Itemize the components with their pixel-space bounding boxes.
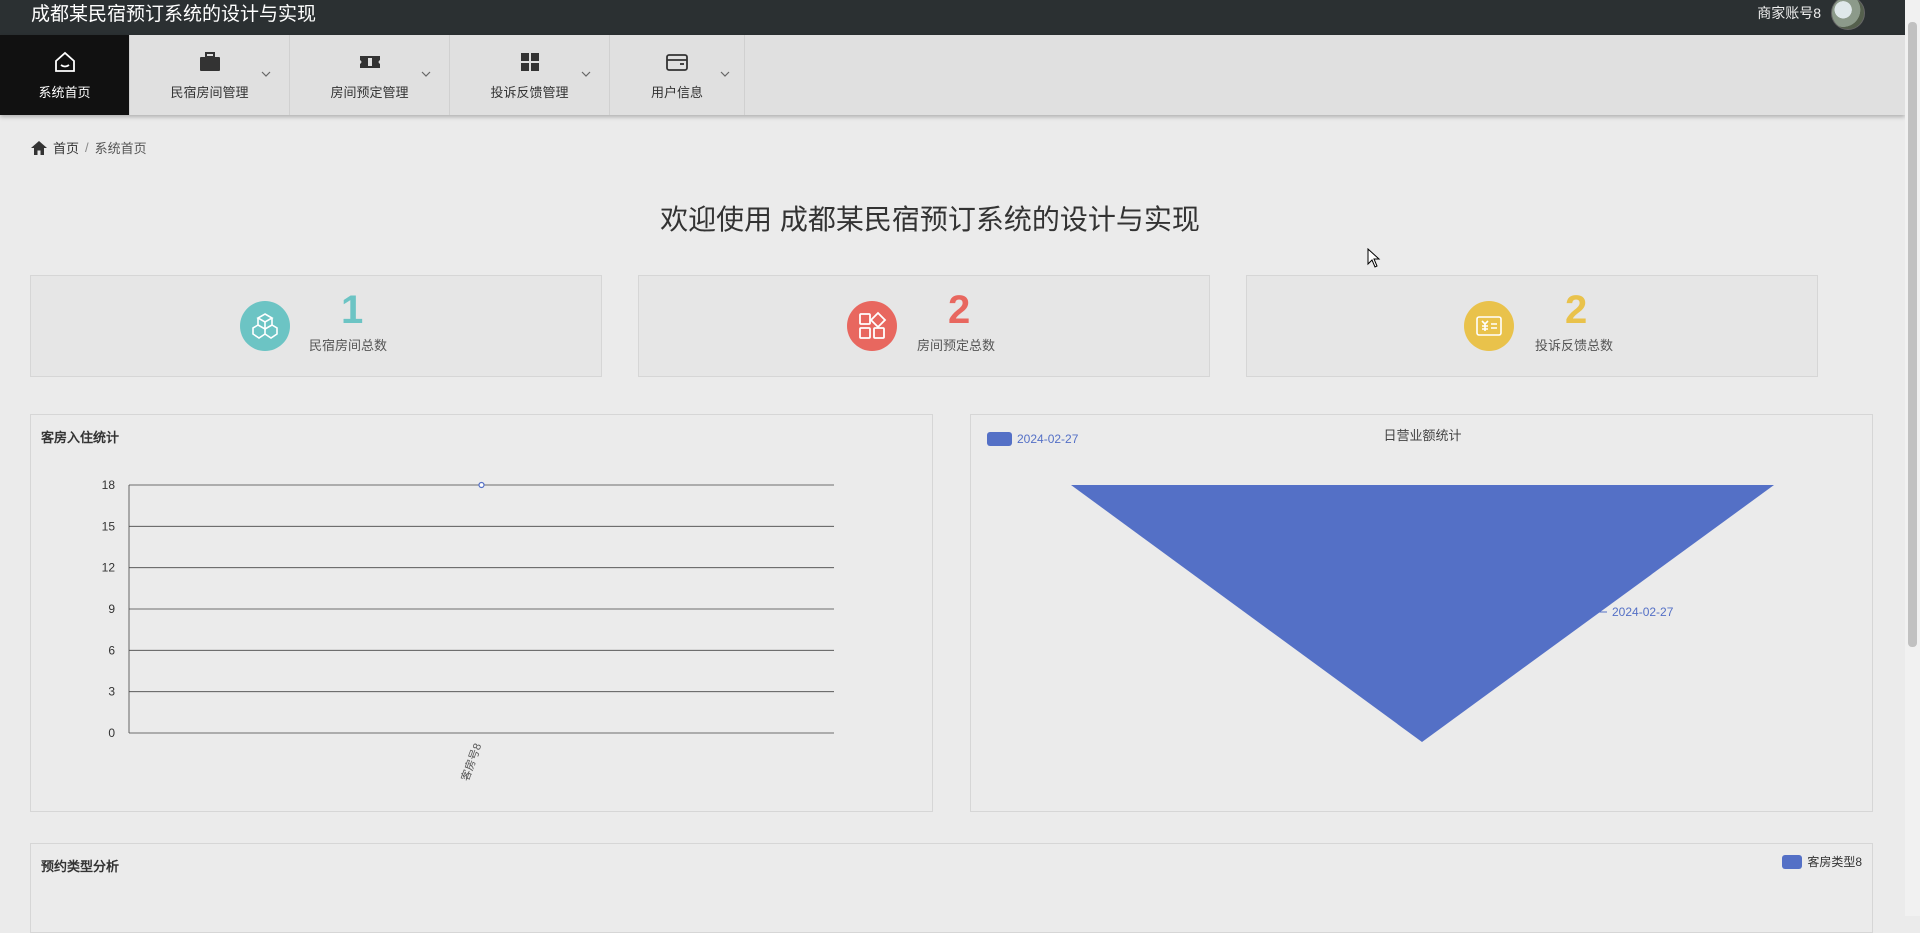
- nav-label: 系统首页: [38, 84, 91, 100]
- stat-card-rooms[interactable]: 1 民宿房间总数: [30, 275, 602, 377]
- user-area[interactable]: 商家账号8: [1757, 0, 1865, 30]
- cubes-icon: [240, 301, 290, 351]
- chevron-down-icon: [421, 71, 431, 77]
- slice-label: 2024-02-27: [1612, 605, 1674, 619]
- y-tick-label: 3: [108, 685, 115, 699]
- y-tick-label: 0: [108, 726, 115, 740]
- data-point: [478, 481, 485, 489]
- revenue-funnel-chart: 2024-02-27: [1071, 485, 1774, 742]
- stat-label: 投诉反馈总数: [1535, 338, 1614, 353]
- y-tick-label: 15: [102, 519, 116, 533]
- chevron-down-icon: [720, 71, 730, 77]
- top-bar: 成都某民宿预订系统的设计与实现 商家账号8: [0, 0, 1905, 35]
- legend-swatch: [1782, 854, 1803, 869]
- breadcrumb-separator: /: [85, 140, 89, 155]
- page-scrollbar[interactable]: [1905, 0, 1920, 916]
- nav-item-complaint-management[interactable]: 投诉反馈管理: [450, 35, 610, 115]
- y-tick-label: 18: [102, 478, 116, 492]
- welcome-heading: 欢迎使用 成都某民宿预订系统的设计与实现: [660, 204, 1200, 235]
- stat-card-complaints[interactable]: 2 投诉反馈总数: [1246, 275, 1818, 377]
- nav-item-booking-management[interactable]: 房间预定管理: [290, 35, 450, 115]
- stat-value: 2: [948, 288, 971, 332]
- ticket-icon: [359, 55, 380, 68]
- nav-item-user-info[interactable]: 用户信息: [610, 35, 745, 115]
- stat-label: 民宿房间总数: [309, 338, 388, 353]
- card-icon: [666, 53, 688, 71]
- scrollbar-thumb[interactable]: [1908, 22, 1917, 647]
- app-title: 成都某民宿预订系统的设计与实现: [31, 4, 317, 25]
- breadcrumb: 首页 / 系统首页: [31, 138, 147, 157]
- stat-value: 2: [1565, 288, 1588, 332]
- panel-title: 预约类型分析: [41, 859, 120, 874]
- y-tick-label: 9: [108, 602, 115, 616]
- y-tick-label: 12: [102, 561, 116, 575]
- grid-icon: [520, 52, 539, 71]
- main-nav: 系统首页 民宿房间管理 房间预定管理 投诉反馈管理 用户信息: [0, 35, 1905, 115]
- invoice-icon: [1464, 301, 1514, 351]
- breadcrumb-current: 系统首页: [94, 141, 147, 156]
- nav-label: 民宿房间管理: [170, 84, 249, 100]
- nav-label: 房间预定管理: [330, 84, 409, 100]
- stat-label: 房间预定总数: [917, 338, 996, 353]
- mouse-cursor-icon: [1367, 248, 1381, 268]
- nav-item-home[interactable]: 系统首页: [0, 35, 130, 115]
- occupancy-chart-panel: 客房入住统计 0 3 6 9 12 15 18 客房号8: [30, 414, 933, 812]
- nav-label: 用户信息: [650, 84, 703, 100]
- stat-card-bookings[interactable]: 2 房间预定总数: [638, 275, 1210, 377]
- home-icon: [54, 51, 75, 72]
- apps-icon: [847, 301, 897, 351]
- avatar[interactable]: [1831, 0, 1865, 30]
- nav-label: 投诉反馈管理: [490, 84, 569, 100]
- revenue-chart-panel: 日营业额统计 2024-02-27 2024-02-27: [970, 414, 1873, 812]
- home-icon: [31, 140, 47, 155]
- stat-value: 1: [341, 288, 364, 332]
- legend-label: 客房类型8: [1807, 855, 1862, 869]
- breadcrumb-home[interactable]: 首页: [53, 138, 79, 157]
- y-tick-label: 6: [108, 643, 115, 657]
- briefcase-icon: [199, 51, 220, 71]
- reservation-type-panel: 预约类型分析 客房类型8: [30, 843, 1873, 933]
- chevron-down-icon: [581, 71, 591, 77]
- user-name[interactable]: 商家账号8: [1757, 3, 1821, 23]
- chevron-down-icon: [261, 71, 271, 77]
- legend-item[interactable]: 客房类型8: [1782, 853, 1862, 870]
- occupancy-line-chart: 0 3 6 9 12 15 18 客房号8: [102, 478, 834, 783]
- x-tick-label: 客房号8: [458, 741, 485, 783]
- nav-item-room-management[interactable]: 民宿房间管理: [130, 35, 290, 115]
